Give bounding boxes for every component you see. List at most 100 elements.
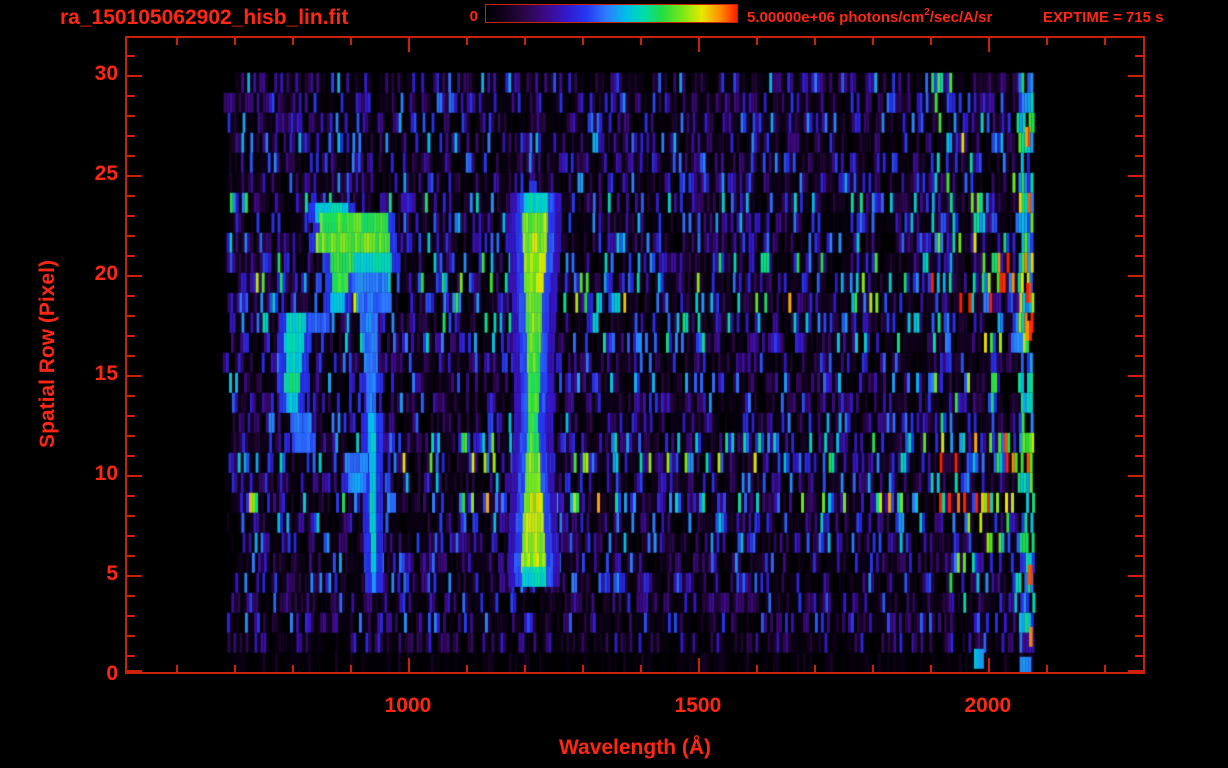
y-tick <box>1135 635 1143 637</box>
y-tick <box>1135 315 1143 317</box>
y-tick <box>127 615 135 617</box>
y-tick <box>1135 415 1143 417</box>
y-tick <box>127 175 142 177</box>
y-tick <box>1135 215 1143 217</box>
y-tick <box>1135 595 1143 597</box>
y-tick-label: 30 <box>94 61 118 85</box>
y-tick <box>127 215 135 217</box>
y-tick <box>1128 75 1143 77</box>
y-tick <box>127 535 135 537</box>
y-tick <box>1135 555 1143 557</box>
y-tick <box>1135 535 1143 537</box>
x-tick <box>582 665 584 672</box>
y-tick-label: 0 <box>106 661 118 685</box>
y-tick-label: 20 <box>94 261 118 285</box>
y-tick <box>1135 235 1143 237</box>
y-tick-label: 25 <box>94 161 118 185</box>
x-tick <box>930 665 932 672</box>
x-tick <box>756 665 758 672</box>
x-tick <box>234 38 236 45</box>
y-tick <box>127 670 142 672</box>
y-tick <box>127 95 135 97</box>
x-tick-label: 1500 <box>674 694 722 717</box>
x-tick <box>988 658 990 672</box>
x-tick <box>524 38 526 45</box>
x-tick <box>1104 38 1106 45</box>
y-tick <box>1135 195 1143 197</box>
x-tick <box>408 38 410 52</box>
y-tick <box>127 515 135 517</box>
y-tick <box>127 475 142 477</box>
colorbar-min-label: 0 <box>469 8 478 25</box>
x-tick <box>292 665 294 672</box>
x-tick <box>408 658 410 672</box>
x-tick <box>466 665 468 672</box>
superscript-2: 2 <box>924 7 930 18</box>
y-tick <box>127 235 135 237</box>
y-tick <box>1135 135 1143 137</box>
x-tick <box>814 665 816 672</box>
y-tick <box>127 395 135 397</box>
y-tick <box>127 415 135 417</box>
x-tick <box>698 658 700 672</box>
plot-title: ra_150105062902_hisb_lin.fit <box>60 6 349 29</box>
x-tick <box>756 38 758 45</box>
y-tick <box>1135 95 1143 97</box>
y-tick <box>1135 515 1143 517</box>
y-tick <box>1135 155 1143 157</box>
y-axis-label: Spatial Row (Pixel) <box>36 260 59 448</box>
colorbar-max-value: 5.00000e+06 photons/cm <box>747 9 925 26</box>
y-tick <box>127 295 135 297</box>
y-tick <box>127 635 135 637</box>
y-tick <box>1135 355 1143 357</box>
spectral-image-viewer: ra_150105062902_hisb_lin.fit 0 5.00000e+… <box>0 0 1228 768</box>
x-tick <box>988 38 990 52</box>
y-tick <box>127 115 135 117</box>
x-tick <box>698 38 700 52</box>
x-tick <box>1104 665 1106 672</box>
x-tick <box>466 38 468 45</box>
x-tick-label: 2000 <box>964 694 1012 717</box>
colorbar <box>485 4 738 23</box>
y-tick-label: 10 <box>94 461 118 485</box>
y-tick <box>1128 670 1143 672</box>
y-tick <box>1135 55 1143 57</box>
x-tick <box>234 665 236 672</box>
y-tick <box>127 155 135 157</box>
y-tick-label: 5 <box>106 561 118 585</box>
x-tick <box>1046 665 1048 672</box>
plot-frame-top <box>125 36 1145 38</box>
y-tick <box>1128 275 1143 277</box>
x-tick-label: 1000 <box>384 694 432 717</box>
y-tick <box>127 555 135 557</box>
y-tick <box>1135 495 1143 497</box>
x-tick <box>872 38 874 45</box>
heatmap-canvas <box>125 36 1145 674</box>
y-tick <box>127 575 142 577</box>
y-tick <box>127 335 135 337</box>
exptime-label: EXPTIME = 715 s <box>1043 9 1164 26</box>
colorbar-units: /sec/A/sr <box>929 9 993 26</box>
y-tick <box>127 355 135 357</box>
y-tick <box>1135 255 1143 257</box>
y-tick <box>1135 615 1143 617</box>
y-tick <box>127 135 135 137</box>
y-tick <box>127 315 135 317</box>
y-tick <box>127 595 135 597</box>
y-tick <box>127 55 135 57</box>
x-tick <box>1046 38 1048 45</box>
x-tick <box>930 38 932 45</box>
y-tick <box>127 255 135 257</box>
y-tick <box>1128 475 1143 477</box>
x-tick <box>292 38 294 45</box>
y-tick <box>1128 575 1143 577</box>
y-tick <box>127 655 135 657</box>
y-tick <box>127 435 135 437</box>
y-tick <box>1135 295 1143 297</box>
y-tick <box>127 195 135 197</box>
x-tick <box>640 665 642 672</box>
plot-frame-bottom <box>125 672 1145 674</box>
x-tick <box>176 665 178 672</box>
y-tick <box>127 455 135 457</box>
y-tick <box>1128 175 1143 177</box>
